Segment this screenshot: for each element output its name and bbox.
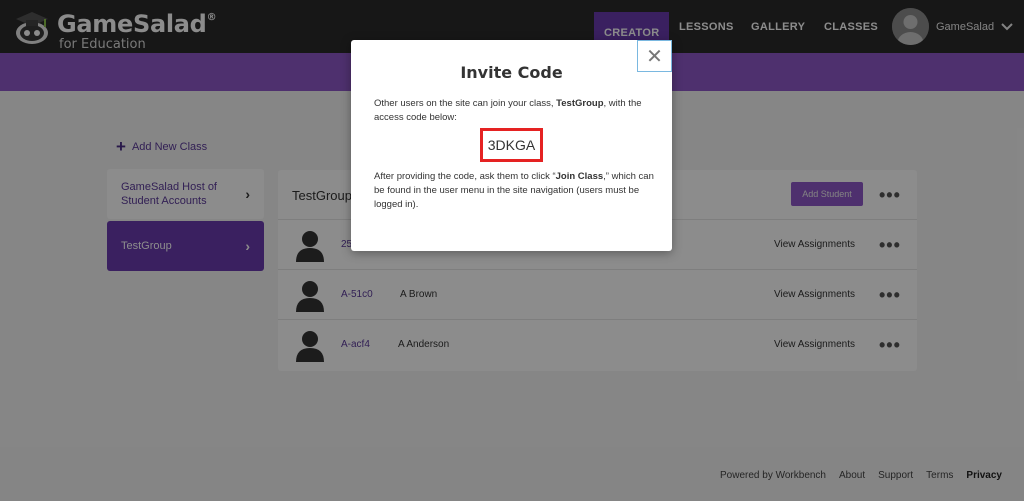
access-code-value: 3DKGA [487,137,536,153]
modal-title: Invite Code [460,63,563,82]
intro-part1: Other users on the site can join your cl… [374,98,557,109]
instr-part1: After providing the code, ask them to cl… [374,171,556,182]
modal-intro-text: Other users on the site can join your cl… [374,97,656,125]
join-class-label: Join Class [555,171,604,182]
invite-code-modal: ✕ Invite Code Other users on the site ca… [351,40,672,251]
intro-class-name: TestGroup [556,98,604,109]
modal-instructions-text: After providing the code, ask them to cl… [374,170,656,212]
access-code: 3DKGA [480,128,543,162]
